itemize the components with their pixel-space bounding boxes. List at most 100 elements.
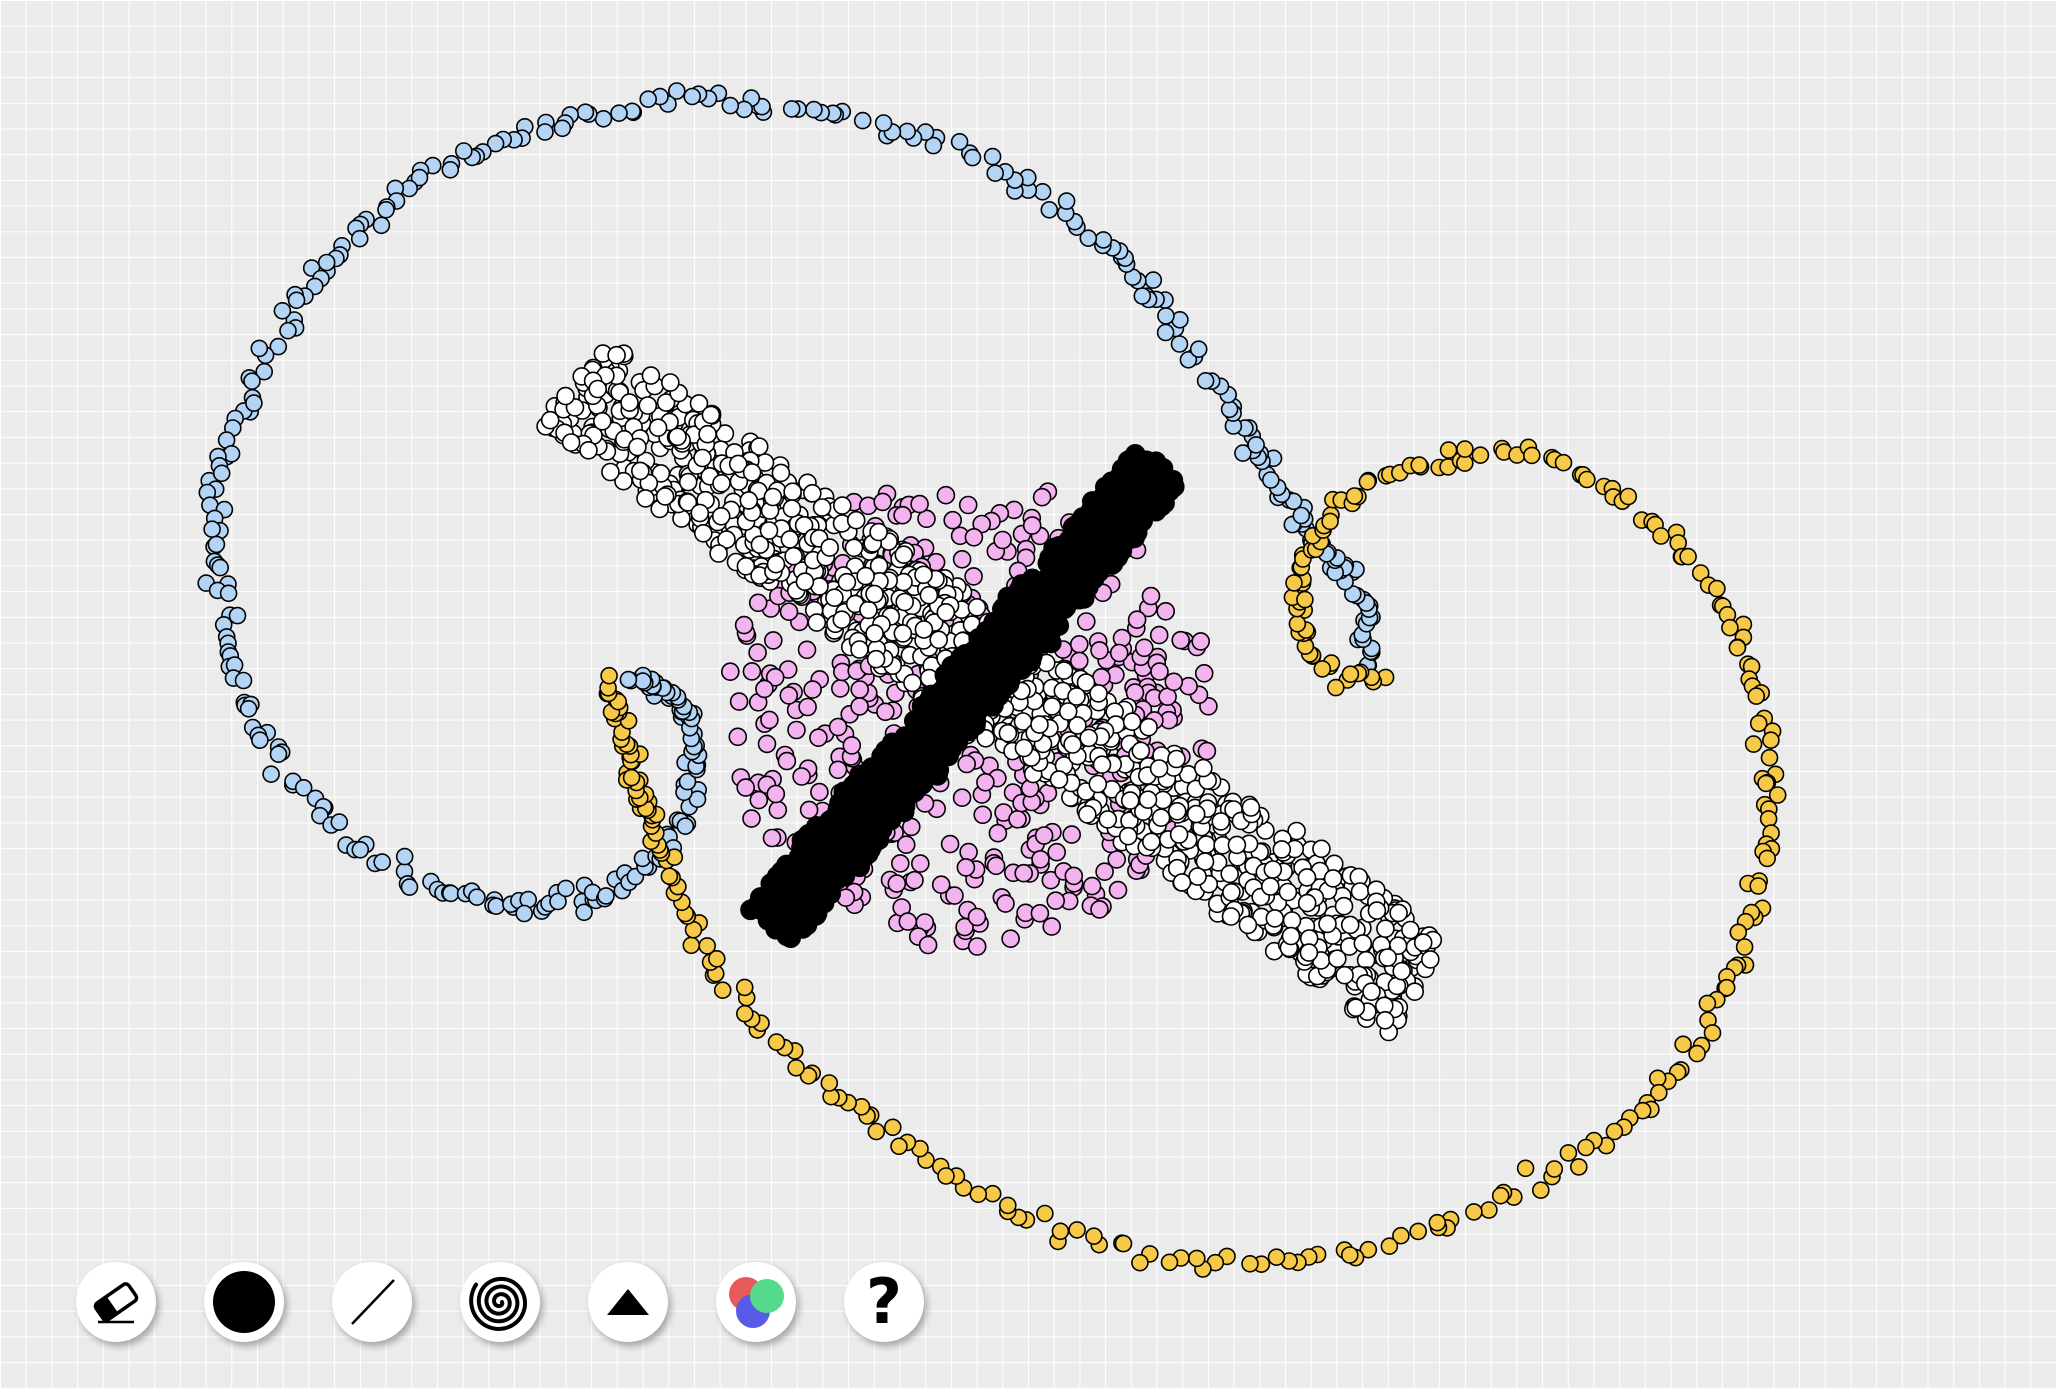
blue-spiral-point [373,853,392,871]
color-mix-tool[interactable] [716,1262,796,1342]
yellow-spiral-point [820,1074,839,1092]
white-bar-point [1058,702,1078,721]
pink-blob-point [1046,891,1065,911]
pink-blob-point [810,782,829,802]
white-bar-point [766,554,786,574]
black-bar-point [1108,511,1130,533]
pink-blob-point [1014,863,1034,883]
white-bar-point [698,424,717,444]
yellow-spiral-point [1605,1122,1624,1141]
blue-spiral-point [619,670,638,689]
blue-spiral-point [1157,307,1175,325]
pink-blob-point [918,935,938,955]
black-bar-point [791,872,813,893]
spiral-tool[interactable] [460,1262,540,1342]
yellow-spiral-point [1051,1222,1070,1241]
yellow-spiral-point [969,1185,988,1204]
pink-blob-point [1164,672,1184,692]
white-bar-point [1405,982,1424,1002]
pink-blob-point [809,728,828,748]
pink-blob-point [1108,880,1128,900]
white-bar-point [668,427,687,447]
yellow-spiral-point [713,981,732,1000]
blue-spiral-point [350,229,369,248]
yellow-spiral-point [1570,1158,1588,1176]
blue-spiral-point [400,878,419,896]
pink-blob-point [959,842,978,862]
pink-blob-point [931,875,951,895]
blue-spiral-point [963,148,982,167]
white-bar-point [1054,661,1074,680]
yellow-spiral-point [1652,527,1670,545]
white-bar-point [1413,933,1433,952]
white-bar-point [936,602,956,622]
pink-blob-point [896,835,916,855]
drawing-canvas[interactable] [0,0,2056,1388]
white-bar-point [1142,832,1161,852]
pink-blob-point [1090,900,1109,919]
white-bar-point [690,503,710,523]
yellow-spiral-point [1559,1144,1578,1162]
white-bar-point [1042,697,1062,716]
white-bar-point [784,546,803,566]
pink-blob-point [910,854,930,873]
yellow-spiral-point [1188,1249,1206,1268]
white-bar-point [1120,791,1140,810]
pink-blob-point [952,788,972,808]
blue-spiral-point [1094,231,1113,249]
blue-spiral-point [468,888,486,907]
white-bar-point [782,499,802,518]
line-tool[interactable] [332,1262,412,1342]
yellow-spiral-point [1516,1159,1535,1178]
black-bar-point [852,780,873,802]
white-bar-point [1118,826,1138,846]
yellow-spiral-point [1068,1221,1086,1239]
yellow-spiral-point [1703,1024,1722,1042]
pink-blob-point [797,640,817,660]
pink-blob-point [887,874,907,893]
pink-blob-point [734,615,754,635]
yellow-spiral-point [1577,1138,1595,1157]
triangle-icon [607,1289,649,1315]
black-bar-point [933,704,955,726]
black-bar-point [861,757,883,778]
white-bar-point [914,565,933,585]
blue-spiral-point [1040,201,1059,219]
white-bar-point [1278,882,1298,902]
pink-blob-point [787,720,806,740]
yellow-spiral-point [867,1122,886,1141]
pink-blob-point [1156,601,1175,621]
pink-blob-point [898,912,918,931]
pink-blob-point [905,870,924,890]
triangle-tool[interactable] [588,1262,668,1342]
blue-spiral-point [245,394,263,412]
color-circles-icon [729,1277,784,1328]
yellow-spiral-point [787,1059,805,1077]
white-bar-point [579,440,598,460]
point-tool[interactable] [204,1262,284,1342]
blue-spiral-point [207,535,226,554]
white-bar-point [919,585,939,605]
pink-blob-point [956,858,976,877]
yellow-spiral-point [1758,849,1776,868]
yellow-spiral-point [1760,748,1779,767]
black-bar-point [891,744,913,766]
help-button[interactable]: ? [844,1262,924,1342]
white-bar-point [759,521,779,540]
pink-blob-point [964,567,983,586]
blue-spiral-point [1057,192,1076,210]
white-bar-point [866,649,886,669]
filled-circle-icon [213,1271,275,1333]
white-bar-point [701,405,721,425]
blue-spiral-point [683,87,702,106]
blue-spiral-point [805,100,823,119]
pink-blob-point [1150,662,1169,681]
blue-spiral-point [874,114,893,132]
black-bar-point [768,878,790,900]
eraser-tool[interactable] [76,1262,156,1342]
blue-spiral-point [1196,371,1215,390]
black-bar-point [863,831,885,853]
blue-spiral-point [228,606,247,625]
blue-spiral-point [372,216,391,235]
white-bar-point [660,373,680,392]
